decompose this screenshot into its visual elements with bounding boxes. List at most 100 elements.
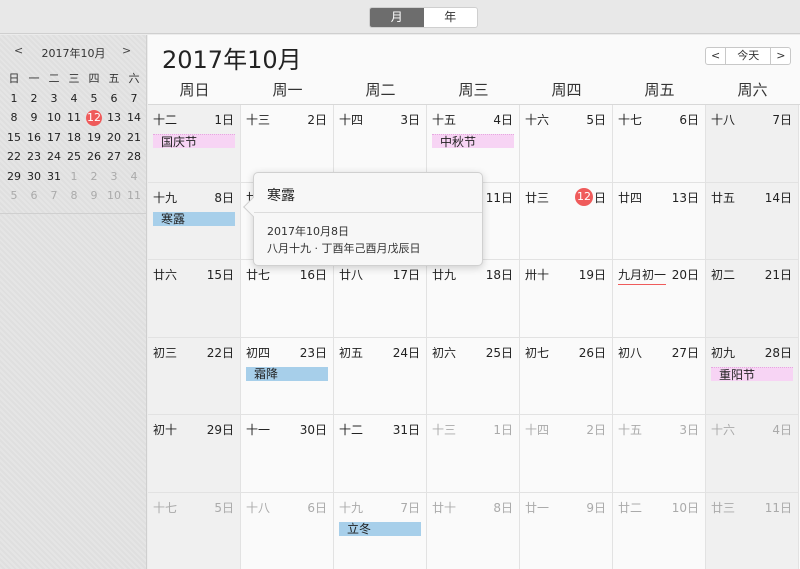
mini-day[interactable]: 28: [124, 147, 144, 167]
mini-day[interactable]: 20: [104, 128, 124, 148]
solar-term-event[interactable]: 立冬: [339, 521, 421, 536]
day-cell[interactable]: 廿九 18日: [427, 260, 520, 338]
day-cell[interactable]: 廿十 8日: [427, 492, 520, 569]
day-cell[interactable]: 十六 5日: [520, 105, 613, 183]
solar-term-event[interactable]: 霜降: [246, 366, 328, 381]
day-cell[interactable]: 廿七 16日: [241, 260, 334, 338]
day-cell[interactable]: 十八 6日: [241, 492, 334, 569]
tab-month[interactable]: 月: [370, 8, 424, 27]
day-cell[interactable]: 初六 25日: [427, 337, 520, 415]
mini-day[interactable]: 6: [104, 89, 124, 109]
mini-day[interactable]: 2: [84, 167, 104, 187]
mini-day[interactable]: 3: [104, 167, 124, 187]
mini-day[interactable]: 9: [84, 186, 104, 206]
tab-year[interactable]: 年: [424, 8, 478, 27]
mini-week-row: 15 16 17 18 19 20 21: [4, 128, 144, 148]
mini-day[interactable]: 17: [44, 128, 64, 148]
mini-day[interactable]: 27: [104, 147, 124, 167]
day-number: 9日: [586, 500, 606, 515]
day-cell[interactable]: 廿六 15日: [148, 260, 241, 338]
day-cell[interactable]: 九月初一 20日: [613, 260, 706, 338]
day-cell[interactable]: 十二 1日 国庆节: [148, 105, 241, 183]
mini-day[interactable]: 24: [44, 147, 64, 167]
mini-day[interactable]: 8: [4, 108, 24, 128]
mini-day[interactable]: 18: [64, 128, 84, 148]
day-cell[interactable]: 十四 2日: [520, 415, 613, 493]
day-cell[interactable]: 十三 2日: [241, 105, 334, 183]
day-cell[interactable]: 廿八 17日: [334, 260, 427, 338]
day-cell[interactable]: 十九 8日 寒露: [148, 182, 241, 260]
day-cell[interactable]: 廿三 11日: [706, 492, 799, 569]
holiday-event[interactable]: 国庆节: [153, 134, 235, 149]
day-cell[interactable]: 十三 1日: [427, 415, 520, 493]
mini-day[interactable]: 9: [24, 108, 44, 128]
day-cell[interactable]: 初五 24日: [334, 337, 427, 415]
day-cell[interactable]: 廿一 9日: [520, 492, 613, 569]
day-cell[interactable]: 十六 4日: [706, 415, 799, 493]
day-cell[interactable]: 初十 29日: [148, 415, 241, 493]
solar-term-event[interactable]: 寒露: [153, 211, 235, 226]
mini-day[interactable]: 29: [4, 167, 24, 187]
mini-day[interactable]: 31: [44, 167, 64, 187]
mini-day[interactable]: 10: [104, 186, 124, 206]
mini-day[interactable]: 3: [44, 89, 64, 109]
mini-day[interactable]: 5: [84, 89, 104, 109]
day-cell[interactable]: 十五 4日 中秋节: [427, 105, 520, 183]
mini-day-today[interactable]: 12: [84, 108, 104, 128]
mini-day[interactable]: 11: [64, 108, 84, 128]
day-cell[interactable]: 初八 27日: [613, 337, 706, 415]
mini-day[interactable]: 21: [124, 128, 144, 148]
mini-day[interactable]: 30: [24, 167, 44, 187]
prev-month-button[interactable]: <: [706, 48, 725, 64]
day-cell[interactable]: 十五 3日: [613, 415, 706, 493]
mini-day[interactable]: 26: [84, 147, 104, 167]
day-cell[interactable]: 初七 26日: [520, 337, 613, 415]
mini-day[interactable]: 4: [124, 167, 144, 187]
mini-day[interactable]: 1: [4, 89, 24, 109]
day-cell[interactable]: 廿二 10日: [613, 492, 706, 569]
mini-day[interactable]: 14: [124, 108, 144, 128]
day-cell[interactable]: 廿五 14日: [706, 182, 799, 260]
day-cell[interactable]: 初三 22日: [148, 337, 241, 415]
mini-next-month-button[interactable]: >: [122, 44, 131, 57]
day-cell[interactable]: 初四 23日 霜降: [241, 337, 334, 415]
lunar-date: 十七: [618, 113, 643, 127]
mini-day[interactable]: 7: [124, 89, 144, 109]
day-cell[interactable]: 初二 21日: [706, 260, 799, 338]
day-cell-today[interactable]: 廿三 12 日: [520, 182, 613, 260]
mini-day[interactable]: 6: [24, 186, 44, 206]
day-cell[interactable]: 十七 5日: [148, 492, 241, 569]
day-cell[interactable]: 十八 7日: [706, 105, 799, 183]
day-cell[interactable]: 十二 31日: [334, 415, 427, 493]
day-cell[interactable]: 十七 6日: [613, 105, 706, 183]
mini-day[interactable]: 25: [64, 147, 84, 167]
mini-day[interactable]: 7: [44, 186, 64, 206]
mini-weekday-label: 一: [28, 72, 40, 85]
today-button[interactable]: 今天: [725, 48, 772, 64]
mini-day[interactable]: 10: [44, 108, 64, 128]
mini-day[interactable]: 15: [4, 128, 24, 148]
holiday-event[interactable]: 重阳节: [711, 366, 793, 382]
next-month-button[interactable]: >: [771, 48, 790, 64]
day-cell[interactable]: 十九 7日 立冬: [334, 492, 427, 569]
lunar-date: 初四: [246, 345, 271, 360]
mini-day[interactable]: 23: [24, 147, 44, 167]
mini-day[interactable]: 8: [64, 186, 84, 206]
day-number: 7日: [772, 113, 792, 127]
mini-day[interactable]: 13: [104, 108, 124, 128]
day-cell[interactable]: 廿四 13日: [613, 182, 706, 260]
day-cell[interactable]: 十一 30日: [241, 415, 334, 493]
mini-day[interactable]: 16: [24, 128, 44, 148]
mini-day[interactable]: 11: [124, 186, 144, 206]
mini-day[interactable]: 1: [64, 167, 84, 187]
mini-day[interactable]: 4: [64, 89, 84, 109]
day-cell[interactable]: 初九 28日 重阳节: [706, 337, 799, 415]
lunar-date: 廿九: [432, 268, 457, 282]
day-cell[interactable]: 卅十 19日: [520, 260, 613, 338]
mini-day[interactable]: 5: [4, 186, 24, 206]
mini-day[interactable]: 19: [84, 128, 104, 148]
mini-day[interactable]: 2: [24, 89, 44, 109]
mini-day[interactable]: 22: [4, 147, 24, 167]
holiday-event[interactable]: 中秋节: [432, 134, 514, 149]
day-cell[interactable]: 十四 3日: [334, 105, 427, 183]
